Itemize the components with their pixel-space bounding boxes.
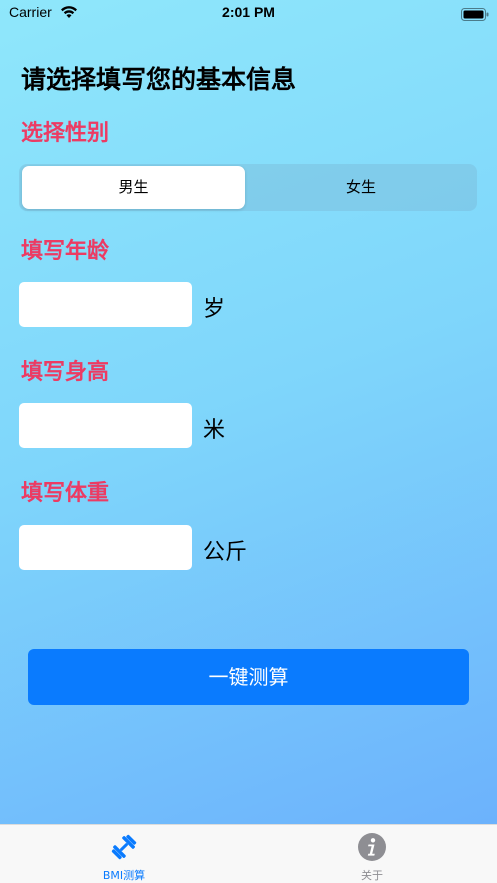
calculate-button[interactable]: 一键测算	[28, 649, 469, 705]
clock: 2:01 PM	[222, 4, 275, 20]
age-input[interactable]	[19, 282, 192, 327]
segment-female[interactable]: 女生	[248, 166, 474, 209]
age-section-label: 填写年龄	[21, 239, 110, 264]
height-section-label: 填写身高	[21, 360, 110, 385]
weight-section-label: 填写体重	[21, 481, 110, 506]
info-icon	[357, 832, 387, 866]
gender-segmented-control: 男生 女生	[19, 164, 477, 211]
tab-about[interactable]: 关于	[248, 825, 496, 883]
tab-bmi-label: BMI测算	[102, 869, 146, 882]
page-title: 请选择填写您的基本信息	[21, 65, 297, 94]
age-unit-label: 岁	[203, 297, 226, 322]
battery-icon	[461, 6, 489, 25]
tab-about-label: 关于	[361, 869, 383, 882]
height-unit-label: 米	[203, 418, 226, 443]
dumbbell-icon	[109, 832, 139, 866]
height-input[interactable]	[19, 403, 192, 448]
tab-bmi[interactable]: BMI测算	[0, 825, 248, 883]
status-bar: Carrier 2:01 PM	[0, 0, 497, 26]
gender-section-label: 选择性别	[21, 121, 110, 146]
tab-bar: BMI测算 关于	[0, 824, 497, 883]
weight-input[interactable]	[19, 525, 192, 570]
weight-unit-label: 公斤	[203, 540, 248, 565]
segment-male[interactable]: 男生	[22, 166, 245, 209]
